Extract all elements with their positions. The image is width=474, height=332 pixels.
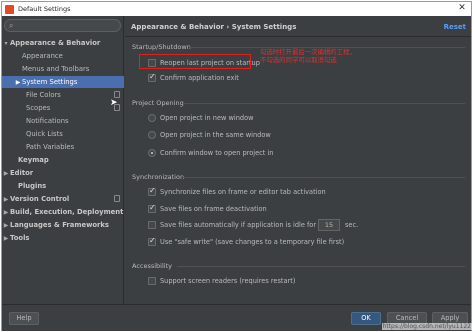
sidebar-item-path-variables[interactable]: Path Variables [2, 141, 124, 153]
settings-search-input[interactable]: ⌕ [4, 19, 121, 32]
section-divider [183, 177, 465, 178]
safe-write-checkbox[interactable] [148, 236, 156, 246]
sidebar-item-editor[interactable]: ▶ Editor [2, 167, 124, 179]
open-new-window-radio[interactable] [148, 114, 156, 122]
sidebar-item-keymap[interactable]: Keymap [2, 154, 124, 166]
project-copy-icon [114, 91, 120, 98]
sidebar-item-label: Appearance & Behavior [10, 39, 101, 47]
sidebar-item-quick-lists[interactable]: Quick Lists [2, 128, 124, 140]
sidebar-item-label: File Colors [26, 91, 61, 99]
sidebar-item-label: Menus and Toolbars [22, 65, 90, 73]
window-title: Default Settings [18, 5, 71, 13]
expand-arrow-icon[interactable]: ▶ [2, 194, 10, 206]
sidebar-item-menus-toolbars[interactable]: Menus and Toolbars [2, 63, 124, 75]
open-same-window-radio[interactable] [148, 131, 156, 139]
sidebar-item-languages-frameworks[interactable]: ▶ Languages & Frameworks [2, 219, 124, 231]
sidebar-item-version-control[interactable]: ▶ Version Control [2, 193, 124, 205]
sidebar-item-label: Path Variables [26, 143, 75, 151]
sidebar-item-label: Tools [10, 234, 30, 242]
reset-link[interactable]: Reset [444, 23, 466, 31]
sidebar-item-tools[interactable]: ▶ Tools [2, 232, 124, 244]
confirm-window-radio[interactable] [148, 149, 156, 157]
sidebar-item-label: Appearance [22, 52, 63, 60]
sync-files-checkbox[interactable] [148, 186, 156, 196]
section-synchronization-title: Synchronization [132, 173, 185, 181]
expand-arrow-icon[interactable]: ▶ [2, 168, 10, 180]
help-button[interactable]: Help [9, 312, 39, 325]
search-icon: ⌕ [9, 21, 14, 30]
sidebar-item-label: Editor [10, 169, 34, 177]
header-divider [125, 36, 471, 37]
expand-arrow-icon[interactable]: ▶ [14, 77, 22, 89]
confirm-exit-label: Confirm application exit [160, 74, 239, 82]
idle-seconds-input[interactable]: 15 [318, 219, 340, 231]
sidebar-item-label: Keymap [18, 156, 49, 164]
expand-arrow-icon[interactable]: ▶ [2, 207, 10, 219]
settings-window: Default Settings ✕ ⌕ ▾ Appearance & Behav… [1, 1, 472, 331]
annotation-text: 勾选时打开最后一次编辑的工程， 不勾选的同学可以取消勾选 [260, 48, 356, 64]
sidebar-item-appearance-behavior[interactable]: ▾ Appearance & Behavior [2, 37, 124, 49]
annotation-line: 不勾选的同学可以取消勾选 [260, 56, 337, 64]
seconds-unit-label: sec. [345, 221, 359, 229]
save-on-deactivation-checkbox[interactable] [148, 203, 156, 213]
section-divider [177, 266, 465, 267]
section-startup-title: Startup/Shutdown [132, 43, 191, 51]
screen-readers-label: Support screen readers (requires restart… [160, 277, 296, 285]
sidebar-item-label: Plugins [18, 182, 47, 190]
section-accessibility-title: Accessibility [132, 262, 172, 270]
open-same-window-label: Open project in the same window [160, 131, 271, 139]
breadcrumb: Appearance & Behavior › System Settings [131, 23, 297, 31]
annotation-line: 勾选时打开最后一次编辑的工程， [260, 48, 356, 56]
annotation-highlight-box [139, 54, 251, 69]
sidebar-item-file-colors[interactable]: File Colors [2, 89, 124, 101]
expand-arrow-icon[interactable]: ▶ [2, 220, 10, 232]
sidebar-item-system-settings[interactable]: ▶ System Settings [2, 76, 124, 88]
sidebar-item-label: Quick Lists [26, 130, 63, 138]
screen-readers-checkbox[interactable] [148, 277, 156, 285]
app-icon [5, 4, 14, 14]
mouse-cursor-icon: ➤ [110, 98, 118, 108]
section-project-opening-title: Project Opening [132, 99, 184, 107]
sync-files-label: Synchronize files on frame or editor tab… [160, 188, 326, 196]
confirm-exit-checkbox[interactable] [148, 72, 156, 82]
close-icon[interactable]: ✕ [456, 3, 468, 14]
sidebar-item-label: Notifications [26, 117, 69, 125]
safe-write-label: Use "safe write" (save changes to a temp… [160, 238, 345, 246]
sidebar-item-build-execution[interactable]: ▶ Build, Execution, Deployment [2, 206, 124, 218]
sidebar-item-plugins[interactable]: Plugins [2, 180, 124, 192]
sidebar-item-label: System Settings [22, 78, 78, 86]
sidebar-item-appearance[interactable]: Appearance [2, 50, 124, 62]
open-new-window-label: Open project in new window [160, 114, 254, 122]
watermark-text: https://blog.csdn.net/lyu1122 [381, 323, 472, 330]
sidebar-item-label: Languages & Frameworks [10, 221, 109, 229]
settings-sidebar: ⌕ ▾ Appearance & Behavior Appearance Menu… [2, 16, 124, 304]
ok-button[interactable]: OK [351, 312, 381, 325]
sidebar-item-label: Scopes [26, 104, 51, 112]
save-automatically-checkbox[interactable] [148, 221, 156, 229]
save-on-deactivation-label: Save files on frame deactivation [160, 205, 267, 213]
confirm-window-label: Confirm window to open project in [160, 149, 274, 157]
sidebar-item-notifications[interactable]: Notifications [2, 115, 124, 127]
save-automatically-label: Save files automatically if application … [160, 221, 317, 229]
title-bar: Default Settings ✕ [2, 2, 471, 16]
sidebar-item-label: Build, Execution, Deployment [10, 208, 124, 216]
sidebar-item-scopes[interactable]: Scopes [2, 102, 124, 114]
section-divider [183, 103, 465, 104]
sidebar-item-label: Version Control [10, 195, 70, 203]
expand-arrow-icon[interactable]: ▾ [2, 38, 10, 50]
project-copy-icon [114, 195, 120, 202]
expand-arrow-icon[interactable]: ▶ [2, 233, 10, 245]
